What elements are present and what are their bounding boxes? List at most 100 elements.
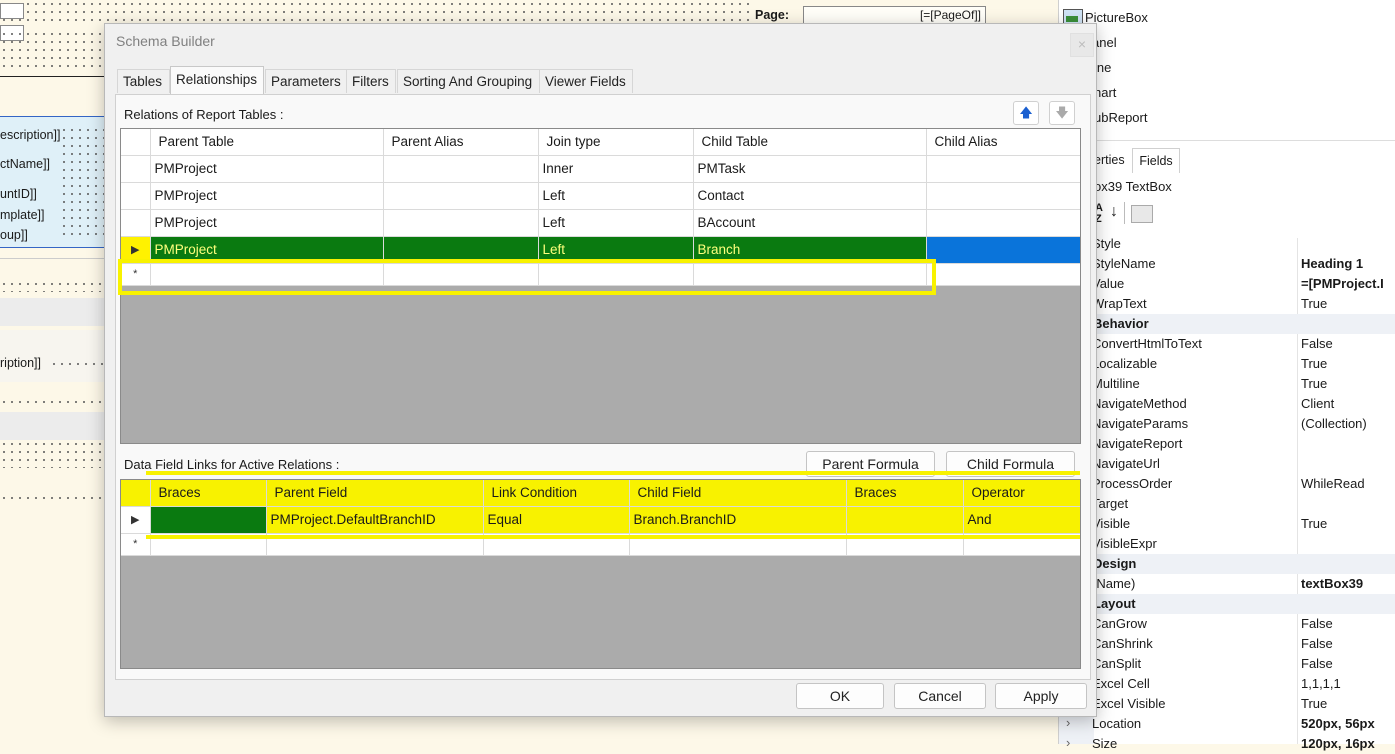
property-row[interactable]: NavigateUrl bbox=[1092, 454, 1395, 474]
move-up-button[interactable]: 🡅 bbox=[1013, 101, 1039, 125]
property-category[interactable]: Behavior bbox=[1092, 314, 1395, 334]
property-value[interactable]: False bbox=[1301, 634, 1333, 654]
table-cell[interactable] bbox=[383, 236, 539, 264]
row-selector[interactable]: ▶ bbox=[121, 236, 151, 264]
ok-button[interactable]: OK bbox=[796, 683, 884, 709]
property-category[interactable]: Layout bbox=[1092, 594, 1395, 614]
property-value[interactable]: True bbox=[1301, 374, 1327, 394]
table-cell[interactable]: BAccount bbox=[693, 209, 927, 237]
table-cell[interactable]: PMTask bbox=[693, 155, 927, 183]
tab-properties[interactable]: erties bbox=[1094, 148, 1130, 172]
table-cell[interactable]: Branch bbox=[693, 236, 927, 264]
table-cell[interactable] bbox=[926, 209, 1080, 237]
table-cell[interactable] bbox=[383, 209, 539, 237]
property-value[interactable]: (Collection) bbox=[1301, 414, 1367, 434]
property-value[interactable]: Heading 1 bbox=[1301, 254, 1363, 274]
property-value[interactable]: False bbox=[1301, 654, 1333, 674]
table-cell[interactable]: Contact bbox=[693, 182, 927, 210]
property-value[interactable]: False bbox=[1301, 334, 1333, 354]
property-row[interactable]: Target bbox=[1092, 494, 1395, 514]
table-cell[interactable]: Equal bbox=[483, 506, 630, 534]
column-header[interactable]: Braces bbox=[150, 480, 267, 507]
table-cell[interactable]: PMProject bbox=[150, 209, 384, 237]
property-value[interactable]: =[PMProject.I bbox=[1301, 274, 1384, 294]
property-row[interactable]: Style bbox=[1092, 234, 1395, 254]
table-cell[interactable] bbox=[383, 263, 539, 286]
table-row[interactable]: PMProject Left Contact bbox=[121, 182, 1080, 210]
table-cell[interactable] bbox=[150, 506, 267, 534]
property-row[interactable]: VisibleExpr bbox=[1092, 534, 1395, 554]
table-cell[interactable]: Inner bbox=[538, 155, 694, 183]
table-row[interactable]: ▶ PMProject Left Branch bbox=[121, 236, 1080, 264]
property-row[interactable]: ProcessOrder WhileRead bbox=[1092, 474, 1395, 494]
tab-viewer-fields[interactable]: Viewer Fields bbox=[539, 69, 633, 93]
table-cell[interactable]: PMProject bbox=[150, 236, 384, 264]
table-cell[interactable]: PMProject bbox=[150, 155, 384, 183]
property-row[interactable]: NavigateMethod Client bbox=[1092, 394, 1395, 414]
property-value[interactable]: True bbox=[1301, 294, 1327, 314]
table-cell[interactable] bbox=[383, 182, 539, 210]
property-row[interactable]: WrapText True bbox=[1092, 294, 1395, 314]
property-row[interactable]: CanShrink False bbox=[1092, 634, 1395, 654]
property-row[interactable]: Localizable True bbox=[1092, 354, 1395, 374]
column-header[interactable]: Parent Table bbox=[150, 129, 384, 156]
table-cell[interactable] bbox=[926, 263, 1080, 286]
tab-sorting-and-grouping[interactable]: Sorting And Grouping bbox=[397, 69, 540, 93]
table-row[interactable]: PMProject Inner PMTask bbox=[121, 155, 1080, 183]
column-header[interactable]: Braces bbox=[846, 480, 964, 507]
table-cell[interactable]: PMProject bbox=[150, 182, 384, 210]
row-selector[interactable] bbox=[121, 155, 151, 183]
toolbox-item-chart[interactable]: hart bbox=[1094, 85, 1116, 100]
tab-relationships[interactable]: Relationships bbox=[170, 66, 264, 94]
bg-field[interactable]: ription]] bbox=[0, 354, 41, 372]
property-value[interactable]: 120px, 16px bbox=[1301, 734, 1375, 754]
column-header[interactable]: Operator bbox=[963, 480, 1080, 507]
table-cell[interactable] bbox=[926, 236, 1080, 264]
property-row[interactable]: Multiline True bbox=[1092, 374, 1395, 394]
table-cell[interactable]: PMProject.DefaultBranchID bbox=[266, 506, 484, 534]
property-category[interactable]: Design bbox=[1092, 554, 1395, 574]
table-row[interactable]: ▶ PMProject.DefaultBranchID Equal Branch.Br… bbox=[121, 506, 1080, 534]
table-cell[interactable] bbox=[846, 506, 964, 534]
property-value[interactable]: Client bbox=[1301, 394, 1334, 414]
property-value[interactable]: 520px, 56px bbox=[1301, 714, 1375, 734]
bg-field[interactable]: untID]] bbox=[0, 185, 37, 203]
bg-field[interactable]: oup]] bbox=[0, 226, 28, 244]
property-row[interactable]: ConvertHtmlToText False bbox=[1092, 334, 1395, 354]
new-row[interactable]: * bbox=[121, 263, 1080, 286]
table-cell[interactable] bbox=[926, 182, 1080, 210]
page-of-field[interactable]: [=[PageOf]] bbox=[803, 6, 986, 24]
property-row[interactable]: NavigateParams (Collection) bbox=[1092, 414, 1395, 434]
property-pages-icon[interactable] bbox=[1131, 205, 1153, 223]
table-cell[interactable]: Left bbox=[538, 236, 694, 264]
property-row[interactable]: (Name) textBox39 bbox=[1092, 574, 1395, 594]
column-header[interactable]: Child Table bbox=[693, 129, 927, 156]
bg-field[interactable]: ctName]] bbox=[0, 155, 50, 173]
table-cell[interactable] bbox=[926, 155, 1080, 183]
tab-parameters[interactable]: Parameters bbox=[265, 69, 347, 93]
property-row[interactable]: NavigateReport bbox=[1092, 434, 1395, 454]
row-selector[interactable]: ▶ bbox=[121, 506, 151, 534]
column-header[interactable]: Child Alias bbox=[926, 129, 1080, 156]
close-button[interactable]: × bbox=[1070, 33, 1094, 57]
apply-button[interactable]: Apply bbox=[995, 683, 1087, 709]
expand-size-icon[interactable]: › bbox=[1066, 735, 1070, 750]
table-cell[interactable] bbox=[538, 263, 694, 286]
column-header[interactable]: Link Condition bbox=[483, 480, 630, 507]
tab-fields[interactable]: Fields bbox=[1132, 148, 1180, 173]
property-row[interactable]: Excel Cell 1,1,1,1 bbox=[1092, 674, 1395, 694]
property-row[interactable]: Value =[PMProject.I bbox=[1092, 274, 1395, 294]
column-header[interactable]: Join type bbox=[538, 129, 694, 156]
table-cell[interactable]: And bbox=[963, 506, 1080, 534]
property-value[interactable]: True bbox=[1301, 694, 1327, 714]
row-selector[interactable] bbox=[121, 209, 151, 237]
tab-tables[interactable]: Tables bbox=[117, 69, 170, 93]
table-cell[interactable]: Left bbox=[538, 209, 694, 237]
property-value[interactable]: False bbox=[1301, 614, 1333, 634]
property-row[interactable]: CanGrow False bbox=[1092, 614, 1395, 634]
property-value[interactable]: WhileRead bbox=[1301, 474, 1365, 494]
property-value[interactable]: textBox39 bbox=[1301, 574, 1363, 594]
table-cell[interactable] bbox=[150, 263, 384, 286]
toolbox-item-subreport[interactable]: ubReport bbox=[1094, 110, 1147, 125]
property-row[interactable]: Size 120px, 16px bbox=[1092, 734, 1395, 754]
